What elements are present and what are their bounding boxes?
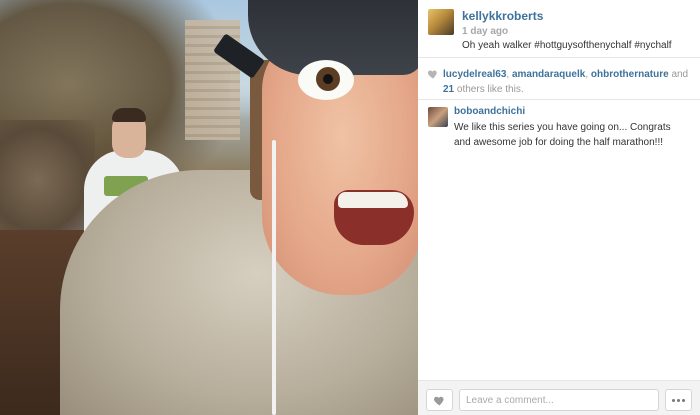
more-options-button[interactable]	[665, 389, 692, 411]
post-timestamp: 1 day ago	[462, 26, 509, 37]
runner-hair	[112, 108, 146, 122]
more-options-icon	[672, 398, 675, 402]
commenter-username[interactable]: boboandchichi	[454, 106, 525, 117]
post-caption: Oh yeah walker #hottguysofthenychalf #ny…	[462, 40, 672, 51]
commenter-avatar[interactable]	[428, 107, 448, 127]
owner-username[interactable]: kellykkroberts	[462, 9, 543, 23]
photo-rocks	[0, 120, 95, 240]
post-photo	[0, 0, 418, 415]
liker-username[interactable]: amandaraquelk	[512, 69, 585, 80]
teeth	[338, 192, 408, 208]
heart-icon	[427, 70, 437, 79]
like-button[interactable]	[426, 389, 453, 411]
likes-row: lucydelreal63, amandaraquelk, ohbrothern…	[418, 58, 700, 100]
likes-text: lucydelreal63, amandaraquelk, ohbrothern…	[443, 69, 689, 95]
comment-text: We like this series you have going on...…	[454, 122, 671, 148]
liker-username[interactable]: ohbrothernature	[591, 69, 669, 80]
likes-others-count[interactable]: 21	[443, 84, 454, 95]
owner-avatar[interactable]	[428, 9, 454, 35]
comment-footer	[418, 380, 700, 415]
post-header: kellykkroberts 1 day ago Oh yeah walker …	[418, 0, 700, 58]
likes-suffix: others like this.	[456, 84, 524, 95]
liker-username[interactable]: lucydelreal63	[443, 69, 506, 80]
heart-icon	[434, 396, 444, 405]
post-sidebar: kellykkroberts 1 day ago Oh yeah walker …	[418, 0, 700, 415]
comment-input[interactable]	[459, 389, 659, 411]
more-options-icon	[682, 398, 685, 402]
earbud-cable	[272, 140, 276, 415]
eye-pupil	[323, 74, 333, 84]
more-options-icon	[677, 398, 680, 402]
likes-connector: and	[671, 69, 689, 80]
